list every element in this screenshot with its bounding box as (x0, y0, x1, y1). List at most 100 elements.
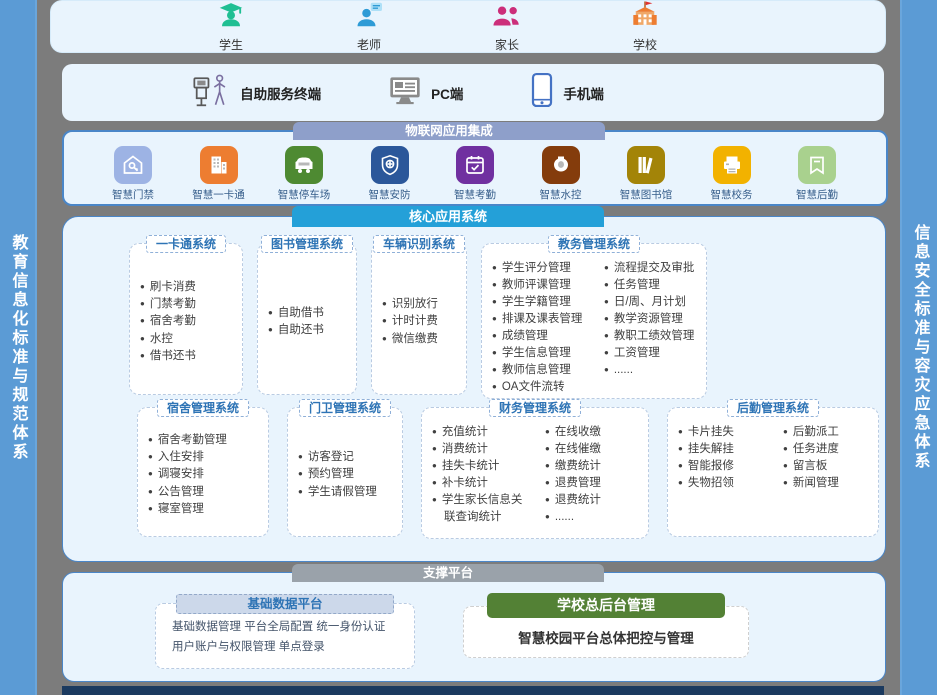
core-row-1: 一卡通系统 刷卡消费门禁考勤宿舍考勤水控借书还书 图书管理系统 自助借书自助还书… (129, 243, 707, 399)
iot-label: 智慧后勤 (778, 187, 856, 202)
list-item: 借书还书 (140, 348, 240, 365)
user-label: 老师 (357, 36, 381, 53)
iot-label: 智慧水控 (522, 187, 600, 202)
logistics-flag-icon (798, 146, 836, 184)
iot-label: 智慧校务 (693, 187, 771, 202)
list-item: 自助还书 (268, 322, 354, 339)
list-item: 识别放行 (382, 296, 464, 313)
list-item: 学生学籍管理 (492, 294, 592, 311)
list-item: 留言板 (783, 458, 876, 475)
parents-icon (491, 0, 523, 35)
list-item: 消费统计 (432, 441, 533, 458)
list-item: 寝室管理 (148, 501, 266, 518)
student-icon (216, 0, 246, 35)
list-item: 刷卡消费 (140, 279, 240, 296)
iot-parking: 智慧停车场 (265, 146, 343, 202)
iot-security: 智慧安防 (351, 146, 429, 202)
system-box-title: 门卫管理系统 (299, 399, 391, 417)
core-panel-tab: 核心应用系统 (292, 206, 604, 227)
user-label: 学校 (633, 36, 657, 53)
school-admin-desc: 智慧校园平台总体把控与管理 (518, 627, 694, 647)
desktop-icon (387, 74, 423, 111)
list-item: 学生家长信息关联查询统计 (432, 492, 533, 526)
list-item: 挂失卡统计 (432, 458, 533, 475)
system-item-list: 宿舍考勤管理入住安排调寝安排公告管理寝室管理 (138, 420, 268, 536)
user-label: 家长 (495, 36, 519, 53)
system-item-list: 流程提交及审批任务管理日/周、月计划教学资源管理教职工绩效管理工资管理.....… (594, 256, 706, 402)
iot-label: 智慧停车场 (265, 187, 343, 202)
user-teacher: 老师 (339, 0, 399, 53)
support-panel-tab: 支撑平台 (292, 564, 604, 582)
terminal-pc: PC端 (387, 74, 463, 111)
list-item: 门禁考勤 (140, 296, 240, 313)
list-item: 公告管理 (148, 484, 266, 501)
user-school: 学校 (615, 0, 675, 53)
phone-icon (529, 72, 555, 113)
list-item: 卡片挂失 (678, 424, 771, 441)
list-item: 缴费统计 (545, 458, 646, 475)
list-item: 智能报修 (678, 458, 771, 475)
smart-campus-architecture-diagram: 教育信息化标准与规范体系 信息安全标准与容灾应急体系 学生 老师 家长 (0, 0, 937, 695)
users-row: 学生 老师 家长 学校 (50, 0, 886, 53)
list-item: 挂失解挂 (678, 441, 771, 458)
list-item: 退费统计 (545, 492, 646, 509)
iot-label: 智慧安防 (351, 187, 429, 202)
list-item: 失物招领 (678, 475, 771, 492)
kiosk-icon (192, 71, 232, 114)
water-control-icon (542, 146, 580, 184)
system-box-academic: 教务管理系统 学生评分管理教师评课管理学生学籍管理排课及课表管理成绩管理学生信息… (481, 243, 707, 399)
list-item: 教师信息管理 (492, 362, 592, 379)
system-box-finance: 财务管理系统 充值统计消费统计挂失卡统计补卡统计学生家长信息关联查询统计 在线收… (421, 407, 649, 539)
list-item: ...... (604, 362, 704, 379)
user-student: 学生 (201, 0, 261, 53)
system-box-title: 车辆识别系统 (373, 235, 465, 253)
base-platform-line: 基础数据管理 平台全局配置 统一身份认证 (172, 618, 404, 638)
system-box-onecard: 一卡通系统 刷卡消费门禁考勤宿舍考勤水控借书还书 (129, 243, 243, 395)
system-box-title: 后勤管理系统 (727, 399, 819, 417)
list-item: 学生请假管理 (298, 484, 400, 501)
door-access-icon (114, 146, 152, 184)
system-item-list: 后勤派工任务进度留言板新闻管理 (773, 420, 878, 536)
user-label: 学生 (219, 36, 243, 53)
iot-label: 智慧一卡通 (180, 187, 258, 202)
attendance-calendar-icon (456, 146, 494, 184)
terminal-phone: 手机端 (529, 72, 604, 113)
system-box-title: 宿舍管理系统 (157, 399, 249, 417)
list-item: 微信缴费 (382, 331, 464, 348)
system-item-list: 在线收缴在线催缴缴费统计退费管理退费统计...... (535, 420, 648, 538)
list-item: 任务管理 (604, 277, 704, 294)
iot-logistics: 智慧后勤 (778, 146, 856, 202)
teacher-icon (354, 0, 384, 35)
iot-attendance: 智慧考勤 (436, 146, 514, 202)
system-box-title: 财务管理系统 (489, 399, 581, 417)
system-box-library: 图书管理系统 自助借书自助还书 (257, 243, 357, 395)
list-item: 自助借书 (268, 305, 354, 322)
iot-label: 智慧考勤 (436, 187, 514, 202)
support-platform-panel: 支撑平台 基础数据平台 基础数据管理 平台全局配置 统一身份认证 用户账户与权限… (62, 572, 886, 682)
iot-onecard: 智慧一卡通 (180, 146, 258, 202)
system-item-list: 卡片挂失挂失解挂智能报修失物招领 (668, 420, 773, 536)
iot-label: 智慧图书馆 (607, 187, 685, 202)
system-box-gatekeeper: 门卫管理系统 访客登记预约管理学生请假管理 (287, 407, 403, 537)
list-item: 预约管理 (298, 466, 400, 483)
right-standard-bar: 信息安全标准与容灾应急体系 (900, 0, 937, 695)
iot-panel: 物联网应用集成 智慧门禁 智慧一卡通 智慧停车场 (62, 130, 888, 206)
terminal-kiosk: 自助服务终端 (192, 71, 321, 114)
system-box-title: 一卡通系统 (146, 235, 226, 253)
list-item: 学生信息管理 (492, 345, 592, 362)
list-item: 退费管理 (545, 475, 646, 492)
list-item: 访客登记 (298, 449, 400, 466)
system-item-list: 学生评分管理教师评课管理学生学籍管理排课及课表管理成绩管理学生信息管理教师信息管… (482, 256, 594, 402)
list-item: 在线收缴 (545, 424, 646, 441)
system-item-list: 自助借书自助还书 (258, 256, 356, 394)
school-affairs-icon (713, 146, 751, 184)
list-item: ...... (545, 509, 646, 526)
list-item: 新闻管理 (783, 475, 876, 492)
list-item: 流程提交及审批 (604, 260, 704, 277)
school-admin-backend: 学校总后台管理 智慧校园平台总体把控与管理 (463, 593, 749, 658)
base-platform-line: 用户账户与权限管理 单点登录 (172, 638, 404, 658)
system-box-title: 教务管理系统 (548, 235, 640, 253)
iot-school-affairs: 智慧校务 (693, 146, 771, 202)
system-item-list: 刷卡消费门禁考勤宿舍考勤水控借书还书 (130, 256, 242, 394)
school-icon (629, 0, 661, 35)
